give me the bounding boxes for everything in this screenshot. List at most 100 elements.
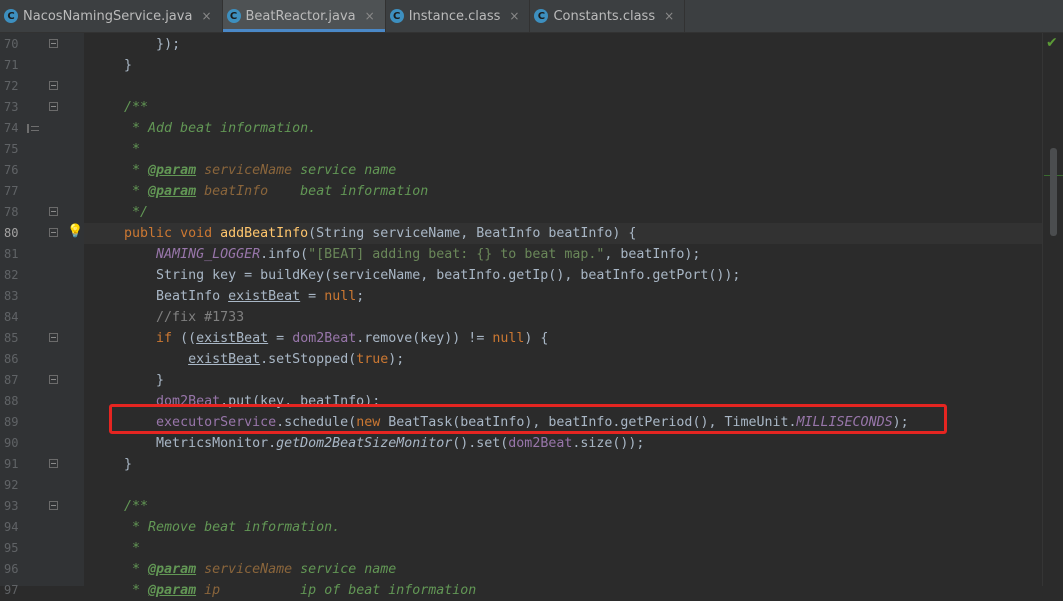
java-class-icon: C	[534, 9, 549, 23]
code-line[interactable]: * Add beat information.	[84, 118, 1042, 139]
code-token: BeatInfo	[92, 289, 229, 304]
code-text: /**	[84, 100, 148, 115]
gutter-line[interactable]: 71	[0, 55, 84, 76]
code-line[interactable]: });	[84, 34, 1042, 55]
tab-beatreactor-java[interactable]: C BeatReactor.java ×	[222, 0, 386, 32]
code-editor[interactable]: }); } /** * Add beat information. * * @p…	[84, 33, 1042, 598]
code-line[interactable]	[84, 475, 1042, 496]
gutter-line[interactable]: 84	[0, 307, 84, 328]
gutter-line[interactable]: 78	[0, 202, 84, 223]
code-token: null	[324, 289, 357, 304]
code-line[interactable]: }	[84, 55, 1042, 76]
fold-toggle-icon[interactable]	[49, 333, 58, 342]
inspection-ok-icon[interactable]: ✔	[1046, 35, 1058, 51]
code-text: * @param beatInfo beat information	[84, 184, 428, 199]
gutter-line[interactable]: 92	[0, 475, 84, 496]
gutter-line[interactable]: 89	[0, 412, 84, 433]
code-token: .setStopped(	[260, 352, 357, 367]
vertical-scrollbar-thumb[interactable]	[1050, 148, 1057, 236]
code-text: * Add beat information.	[84, 121, 316, 136]
gutter-line[interactable]: 90	[0, 433, 84, 454]
gutter-line[interactable]: 96	[0, 559, 84, 580]
line-number: 94	[4, 520, 19, 534]
gutter-line[interactable]: 75	[0, 139, 84, 160]
close-icon[interactable]: ×	[664, 9, 674, 23]
code-text: //fix #1733	[84, 310, 244, 325]
close-icon[interactable]: ×	[509, 9, 519, 23]
code-token: serviceName	[204, 562, 293, 577]
code-line[interactable]: */	[84, 202, 1042, 223]
gutter-line[interactable]: 80 💡	[0, 223, 84, 244]
tab-nacosnamingservice-java[interactable]: C NacosNamingService.java ×	[0, 0, 223, 32]
gutter-line[interactable]: 76	[0, 160, 84, 181]
code-line[interactable]: public void addBeatInfo(String serviceNa…	[84, 223, 1042, 244]
code-line[interactable]: NAMING_LOGGER.info("[BEAT] adding beat: …	[84, 244, 1042, 265]
gutter-line[interactable]: 74	[0, 118, 84, 139]
code-line[interactable]: * Remove beat information.	[84, 517, 1042, 538]
gutter-line[interactable]: 77	[0, 181, 84, 202]
fold-toggle-icon[interactable]	[49, 375, 58, 384]
gutter-line[interactable]: 86	[0, 349, 84, 370]
gutter-line[interactable]: 94	[0, 517, 84, 538]
code-text: }	[84, 58, 132, 73]
code-line[interactable]: String key = buildKey(serviceName, beatI…	[84, 265, 1042, 286]
gutter-line[interactable]: 83	[0, 286, 84, 307]
fold-toggle-icon[interactable]	[49, 81, 58, 90]
fold-toggle-icon[interactable]	[49, 228, 58, 237]
gutter-line[interactable]: 72	[0, 76, 84, 97]
line-number: 90	[4, 436, 19, 450]
gutter-line[interactable]: 82	[0, 265, 84, 286]
fold-toggle-icon[interactable]	[49, 501, 58, 510]
code-line[interactable]	[84, 76, 1042, 97]
close-icon[interactable]: ×	[365, 9, 375, 23]
code-line[interactable]: *	[84, 139, 1042, 160]
code-line[interactable]: BeatInfo existBeat = null;	[84, 286, 1042, 307]
fold-toggle-icon[interactable]	[49, 102, 58, 111]
code-line[interactable]: }	[84, 370, 1042, 391]
fold-toggle-icon[interactable]	[49, 207, 58, 216]
fold-toggle-icon[interactable]	[49, 39, 58, 48]
code-line[interactable]: /**	[84, 97, 1042, 118]
code-line[interactable]: /**	[84, 496, 1042, 517]
gutter-line[interactable]: 88	[0, 391, 84, 412]
code-token: */	[92, 205, 149, 220]
tab-label: Instance.class	[408, 8, 501, 24]
code-line[interactable]: *	[84, 538, 1042, 559]
code-line[interactable]: existBeat.setStopped(true);	[84, 349, 1042, 370]
tab-constants-class[interactable]: C Constants.class ×	[530, 0, 686, 32]
gutter-line[interactable]: 95	[0, 538, 84, 559]
code-token: service name	[292, 562, 397, 577]
code-line[interactable]: * @param beatInfo beat information	[84, 181, 1042, 202]
gutter-line[interactable]: 81	[0, 244, 84, 265]
gutter-line[interactable]: 97	[0, 580, 84, 601]
intention-bulb-icon[interactable]: 💡	[67, 225, 83, 238]
line-number: 97	[4, 583, 19, 597]
gutter-line[interactable]: 70	[0, 34, 84, 55]
gutter-line[interactable]: 73	[0, 97, 84, 118]
code-line[interactable]: //fix #1733	[84, 307, 1042, 328]
code-text: String key = buildKey(serviceName, beatI…	[84, 268, 740, 283]
code-text: *	[84, 142, 140, 157]
code-line[interactable]: if ((existBeat = dom2Beat.remove(key)) !…	[84, 328, 1042, 349]
code-token: @param	[148, 163, 197, 178]
code-token: public void	[124, 226, 221, 241]
render-doc-icon[interactable]	[27, 124, 40, 133]
code-line[interactable]: }	[84, 454, 1042, 475]
close-icon[interactable]: ×	[201, 9, 211, 23]
code-line[interactable]: * @param serviceName service name	[84, 160, 1042, 181]
tab-instance-class[interactable]: C Instance.class ×	[386, 0, 531, 32]
fold-toggle-icon[interactable]	[49, 459, 58, 468]
gutter-line[interactable]: 87	[0, 370, 84, 391]
gutter-line[interactable]: 85	[0, 328, 84, 349]
code-token: =	[300, 289, 325, 304]
gutter-line[interactable]: 93	[0, 496, 84, 517]
code-line[interactable]: * @param serviceName service name	[84, 559, 1042, 580]
code-token: .info(	[260, 247, 309, 262]
gutter-line[interactable]: 91	[0, 454, 84, 475]
code-token: }	[92, 457, 133, 472]
code-line[interactable]: MetricsMonitor.getDom2BeatSizeMonitor().…	[84, 433, 1042, 454]
tab-label: Constants.class	[553, 8, 656, 24]
code-line[interactable]: * @param ip ip of beat information	[84, 580, 1042, 601]
